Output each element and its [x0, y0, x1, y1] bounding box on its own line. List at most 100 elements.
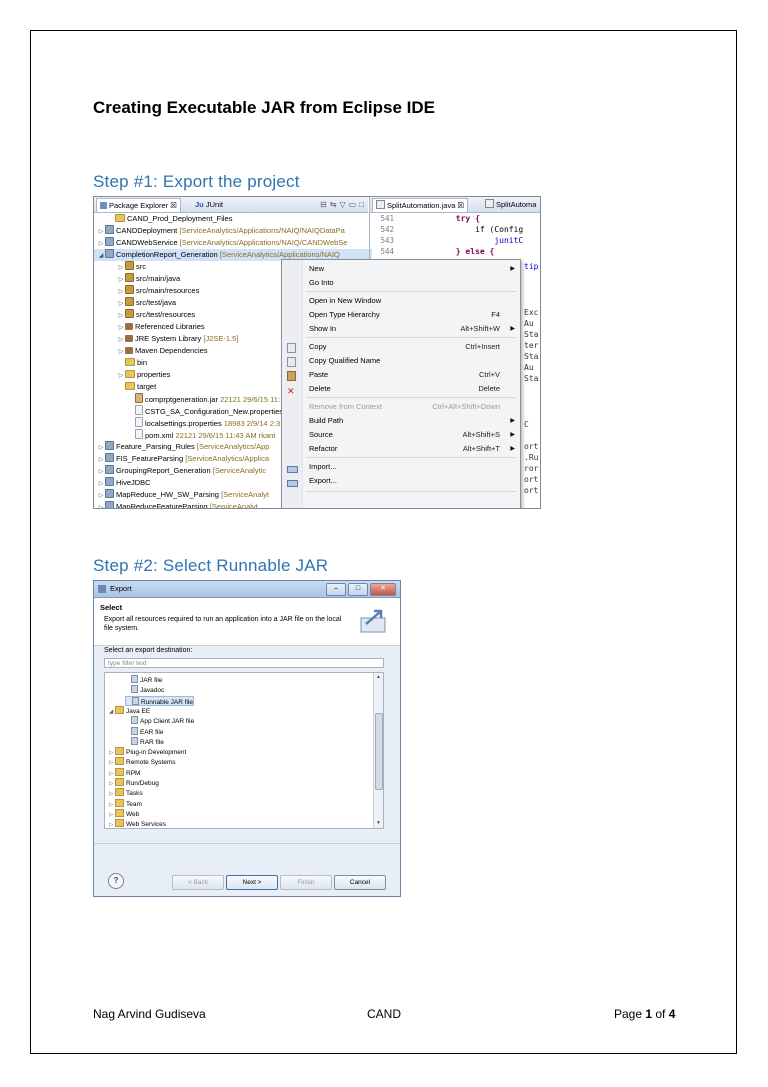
menu-item[interactable]: Show In Alt+Shift+W ▶ [282, 322, 520, 336]
link-editor-icon[interactable]: ⇆ [330, 199, 337, 210]
menu-item[interactable]: Copy Qualified Name [282, 354, 520, 368]
destination-tree-item-label: App Client JAR file [140, 718, 195, 726]
tree-item-label: src/main/resources [136, 286, 200, 295]
tab-junit[interactable]: Ju JUnit [192, 198, 226, 211]
menu-item[interactable]: Import... [282, 460, 520, 474]
maximize-icon[interactable]: □ [359, 199, 364, 210]
expand-toggle-icon[interactable]: ▷ [98, 466, 104, 477]
destination-tree-item[interactable]: App Client JAR file [125, 716, 194, 726]
expand-toggle-icon[interactable]: ▷ [118, 298, 124, 309]
tab-label: Package Explorer [109, 201, 169, 210]
expand-toggle-icon[interactable]: ▷ [98, 454, 104, 465]
expand-toggle-icon[interactable]: ▷ [118, 262, 124, 273]
menu-item[interactable]: Source Alt+Shift+S ▶ [282, 428, 520, 442]
expand-toggle-icon[interactable]: ▷ [118, 322, 124, 333]
destination-tree-item[interactable]: ▷ RPM [109, 767, 140, 778]
expand-toggle-icon[interactable]: ▷ [98, 502, 104, 508]
tree-item-label: CompletionReport_Generation [116, 250, 218, 259]
destination-tree-item[interactable]: RAR file [125, 736, 164, 747]
expand-toggle-icon[interactable]: ▷ [118, 286, 124, 297]
proj-icon [105, 465, 114, 474]
tree-item[interactable]: CAND_Prod_Deployment_Files [94, 213, 382, 225]
help-button[interactable]: ? [108, 873, 124, 889]
menu-item-shortcut: F4 [491, 310, 500, 319]
menu-item-label: Show In [309, 324, 337, 333]
destination-tree-item[interactable]: EAR file [125, 726, 163, 737]
menu-item-label: Copy [309, 342, 327, 351]
tree-item[interactable]: ▷ CANDWebService [ServiceAnalytics/Applic… [94, 237, 372, 249]
destination-tree-item-label: Team [126, 800, 142, 808]
destination-tree-item[interactable]: Javadoc [125, 685, 164, 695]
menu-item[interactable]: Open in New Window [282, 294, 520, 308]
menu-item[interactable]: Export... [282, 474, 520, 488]
page-prefix: Page [614, 1007, 646, 1021]
lib-icon [125, 323, 133, 330]
menu-item[interactable]: Build Path ▶ [282, 414, 520, 428]
editor-tab-second[interactable]: SplitAutoma [482, 198, 539, 211]
menu-item[interactable]: Go Into [282, 276, 520, 290]
destination-tree-item-label: Tasks [126, 790, 143, 798]
page-of: of [652, 1007, 669, 1021]
scroll-thumb[interactable] [375, 713, 383, 790]
scroll-up-icon[interactable]: ▲ [374, 673, 383, 682]
destination-tree-item[interactable]: ▷ Remote Systems [109, 757, 176, 767]
next-button[interactable]: Next > [226, 875, 278, 890]
expand-toggle-icon[interactable]: ▷ [98, 478, 104, 489]
expand-toggle-icon[interactable]: ▷ [98, 490, 104, 501]
destination-label: Select an export destination: [104, 647, 193, 654]
destination-tree-item[interactable]: ◢ Java EE [109, 705, 150, 716]
tree-scrollbar[interactable]: ▲ ▼ [373, 673, 383, 828]
close-icon[interactable]: ☒ [457, 201, 464, 210]
tab-package-explorer[interactable]: Package Explorer ☒ [96, 198, 182, 212]
scroll-down-icon[interactable]: ▼ [374, 819, 383, 828]
cancel-button[interactable]: Cancel [334, 875, 386, 890]
menu-item[interactable]: ✕ Delete Delete [282, 382, 520, 396]
editor-tab-splitautomation[interactable]: SplitAutomation.java ☒ [372, 198, 469, 212]
menu-item-label: Import... [309, 462, 337, 471]
filter-input[interactable]: type filter text [104, 658, 384, 668]
destination-tree-item[interactable]: ▷ Plug-in Development [109, 747, 186, 757]
expand-toggle-icon[interactable]: ▷ [118, 346, 124, 357]
expand-toggle-icon[interactable]: ▷ [98, 442, 104, 453]
expand-toggle-icon[interactable]: ◢ [98, 250, 104, 261]
pkg-icon [125, 261, 134, 270]
menu-item[interactable]: Refactor Alt+Shift+T ▶ [282, 442, 520, 456]
destination-tree-item-label: JAR file [140, 677, 163, 684]
expand-toggle-icon[interactable]: ▷ [118, 274, 124, 285]
expand-toggle-icon[interactable]: ▷ [118, 370, 124, 381]
destination-tree-item[interactable]: ▷ Run/Debug [109, 778, 159, 788]
destination-tree: ▷ Web Services ▷ Web ▷ Team ▷ Tasks ▷ Run/Debug ▷ R… [104, 672, 384, 829]
minimize-icon[interactable]: – [326, 583, 346, 596]
view-menu-icon[interactable]: ▽ [339, 199, 345, 210]
proj-icon [105, 453, 114, 462]
menu-item-label: Refactor [309, 444, 338, 453]
menu-item[interactable]: Remove from Context Ctrl+Alt+Shift+Down [282, 400, 520, 414]
menu-item[interactable]: Paste Ctrl+V [282, 368, 520, 382]
finish-button[interactable]: Finish [280, 875, 332, 890]
expand-toggle-icon[interactable]: ▷ [98, 238, 104, 249]
destination-tree-item[interactable]: ▷ Web [109, 808, 139, 819]
back-button[interactable]: < Back [172, 875, 224, 890]
expand-toggle-icon[interactable]: ▷ [98, 226, 104, 237]
destination-tree-item[interactable]: ▷ Web Services [109, 819, 166, 828]
menu-item[interactable]: Open Type Hierarchy F4 [282, 308, 520, 322]
close-icon[interactable]: ✕ [370, 583, 396, 596]
destination-tree-item-label: Remote Systems [126, 759, 176, 767]
destination-tree-item[interactable]: ▷ Team [109, 798, 142, 809]
minimize-icon[interactable]: ▭ [349, 199, 357, 210]
destination-tree-item[interactable]: JAR file [125, 675, 162, 685]
expand-toggle-icon[interactable]: ▷ [118, 334, 124, 345]
menu-item[interactable]: New ▶ [282, 262, 520, 276]
menu-item-label: Go Into [309, 278, 334, 287]
menu-item[interactable]: Copy Ctrl+Insert [282, 340, 520, 354]
maximize-icon[interactable]: □ [348, 583, 368, 596]
expand-toggle-icon[interactable]: ▷ [118, 310, 124, 321]
tree-item[interactable]: ▷ CANDDeployment [ServiceAnalytics/Applic… [94, 225, 372, 237]
tree-item-label: bin [137, 358, 148, 367]
close-icon[interactable]: ☒ [170, 201, 177, 210]
destination-tree-item[interactable]: Runnable JAR file [125, 695, 195, 706]
menu-separator [306, 337, 516, 338]
destination-tree-item[interactable]: ▷ Tasks [109, 788, 143, 798]
eclipse-screenshot: Package Explorer ☒ Ju JUnit ⊟ ⇆ ▽ ▭ □ CA… [93, 196, 541, 509]
collapse-all-icon[interactable]: ⊟ [320, 199, 327, 210]
